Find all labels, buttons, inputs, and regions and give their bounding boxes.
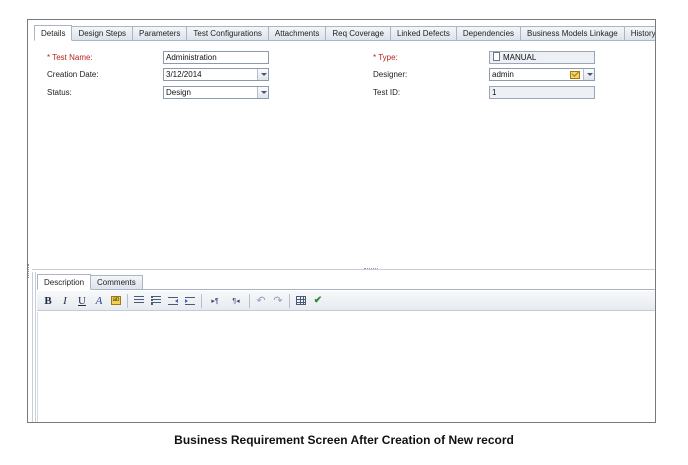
undo-button[interactable]: ↶ [254,294,268,308]
figure-caption: Business Requirement Screen After Creati… [174,433,514,447]
type-field: MANUAL [489,51,595,64]
type-label: * Type: [373,53,398,62]
test-id-label: Test ID: [373,88,401,97]
numbered-list-icon [151,296,161,305]
tab-description[interactable]: Description [37,274,92,290]
tab-req-coverage[interactable]: Req Coverage [325,26,391,40]
designer-select[interactable]: admin [489,68,595,81]
spell-check-button[interactable]: ✔ [311,294,325,308]
creation-date-value: 3/12/2014 [166,70,202,79]
left-rail [32,272,36,422]
outdent-button[interactable] [166,294,180,308]
bold-button[interactable]: B [41,294,55,308]
document-icon [493,52,500,61]
left-grip-icon[interactable] [28,264,31,278]
redo-button[interactable]: ↷ [271,294,285,308]
indent-button[interactable] [183,294,197,308]
underline-button[interactable]: U [75,294,89,308]
insert-table-button[interactable] [294,294,308,308]
toolbar-divider [289,293,290,308]
test-id-field: 1 [489,86,595,99]
description-editor[interactable] [37,312,655,422]
designer-value: admin [492,70,514,79]
chevron-down-icon[interactable] [257,87,268,98]
chevron-down-icon[interactable] [583,69,594,80]
chevron-down-icon[interactable] [257,69,268,80]
toolbar-divider [127,293,128,308]
creation-date-label: Creation Date: [47,70,99,79]
designer-label: Designer: [373,70,408,79]
splitter-grip-icon[interactable] [364,268,378,271]
highlight-button[interactable]: ab [109,294,123,308]
rich-text-toolbar: B I U A ab ▸¶ ¶◂ ↶ ↷ ✔ [37,291,655,311]
test-name-input[interactable]: Administration [163,51,269,64]
highlight-icon: ab [111,296,121,305]
tab-parameters[interactable]: Parameters [132,26,188,40]
creation-date-picker[interactable]: 3/12/2014 [163,68,269,81]
right-to-left-button[interactable]: ¶◂ [227,294,245,308]
toolbar-divider [201,293,202,308]
status-value: Design [166,88,191,97]
test-id-value: 1 [492,88,497,97]
memo-pane: Description Comments B I U A ab ▸¶ ¶◂ ↶ … [37,274,655,422]
tab-details[interactable]: Details [34,25,73,41]
type-value: MANUAL [503,53,537,62]
details-tab-bar: Details Design Steps Parameters Test Con… [34,25,655,41]
toolbar-divider [249,293,250,308]
tab-history[interactable]: History [623,26,655,40]
test-name-label: * Test Name: [47,53,93,62]
tab-design-steps[interactable]: Design Steps [71,26,134,40]
test-name-value: Administration [166,53,217,62]
status-label: Status: [47,88,72,97]
italic-button[interactable]: I [58,294,72,308]
tab-business-models-linkage[interactable]: Business Models Linkage [520,26,625,40]
bullet-list-button[interactable] [132,294,146,308]
status-select[interactable]: Design [163,86,269,99]
table-icon [296,296,306,305]
test-details-window: Details Design Steps Parameters Test Con… [27,19,656,423]
left-to-right-button[interactable]: ▸¶ [206,294,224,308]
font-color-button[interactable]: A [92,294,106,308]
details-form: * Test Name: Administration Creation Dat… [28,44,655,264]
mail-icon[interactable] [570,71,580,79]
numbered-list-button[interactable] [149,294,163,308]
tab-comments[interactable]: Comments [90,275,143,289]
tab-attachments[interactable]: Attachments [267,26,327,40]
tab-dependencies[interactable]: Dependencies [455,26,522,40]
indent-icon [185,296,195,305]
memo-tab-bar: Description Comments [37,274,655,290]
outdent-icon [168,296,178,305]
tab-linked-defects[interactable]: Linked Defects [389,26,457,40]
bullet-list-icon [134,296,144,305]
pane-splitter[interactable] [32,269,655,272]
tab-test-configurations[interactable]: Test Configurations [186,26,269,40]
